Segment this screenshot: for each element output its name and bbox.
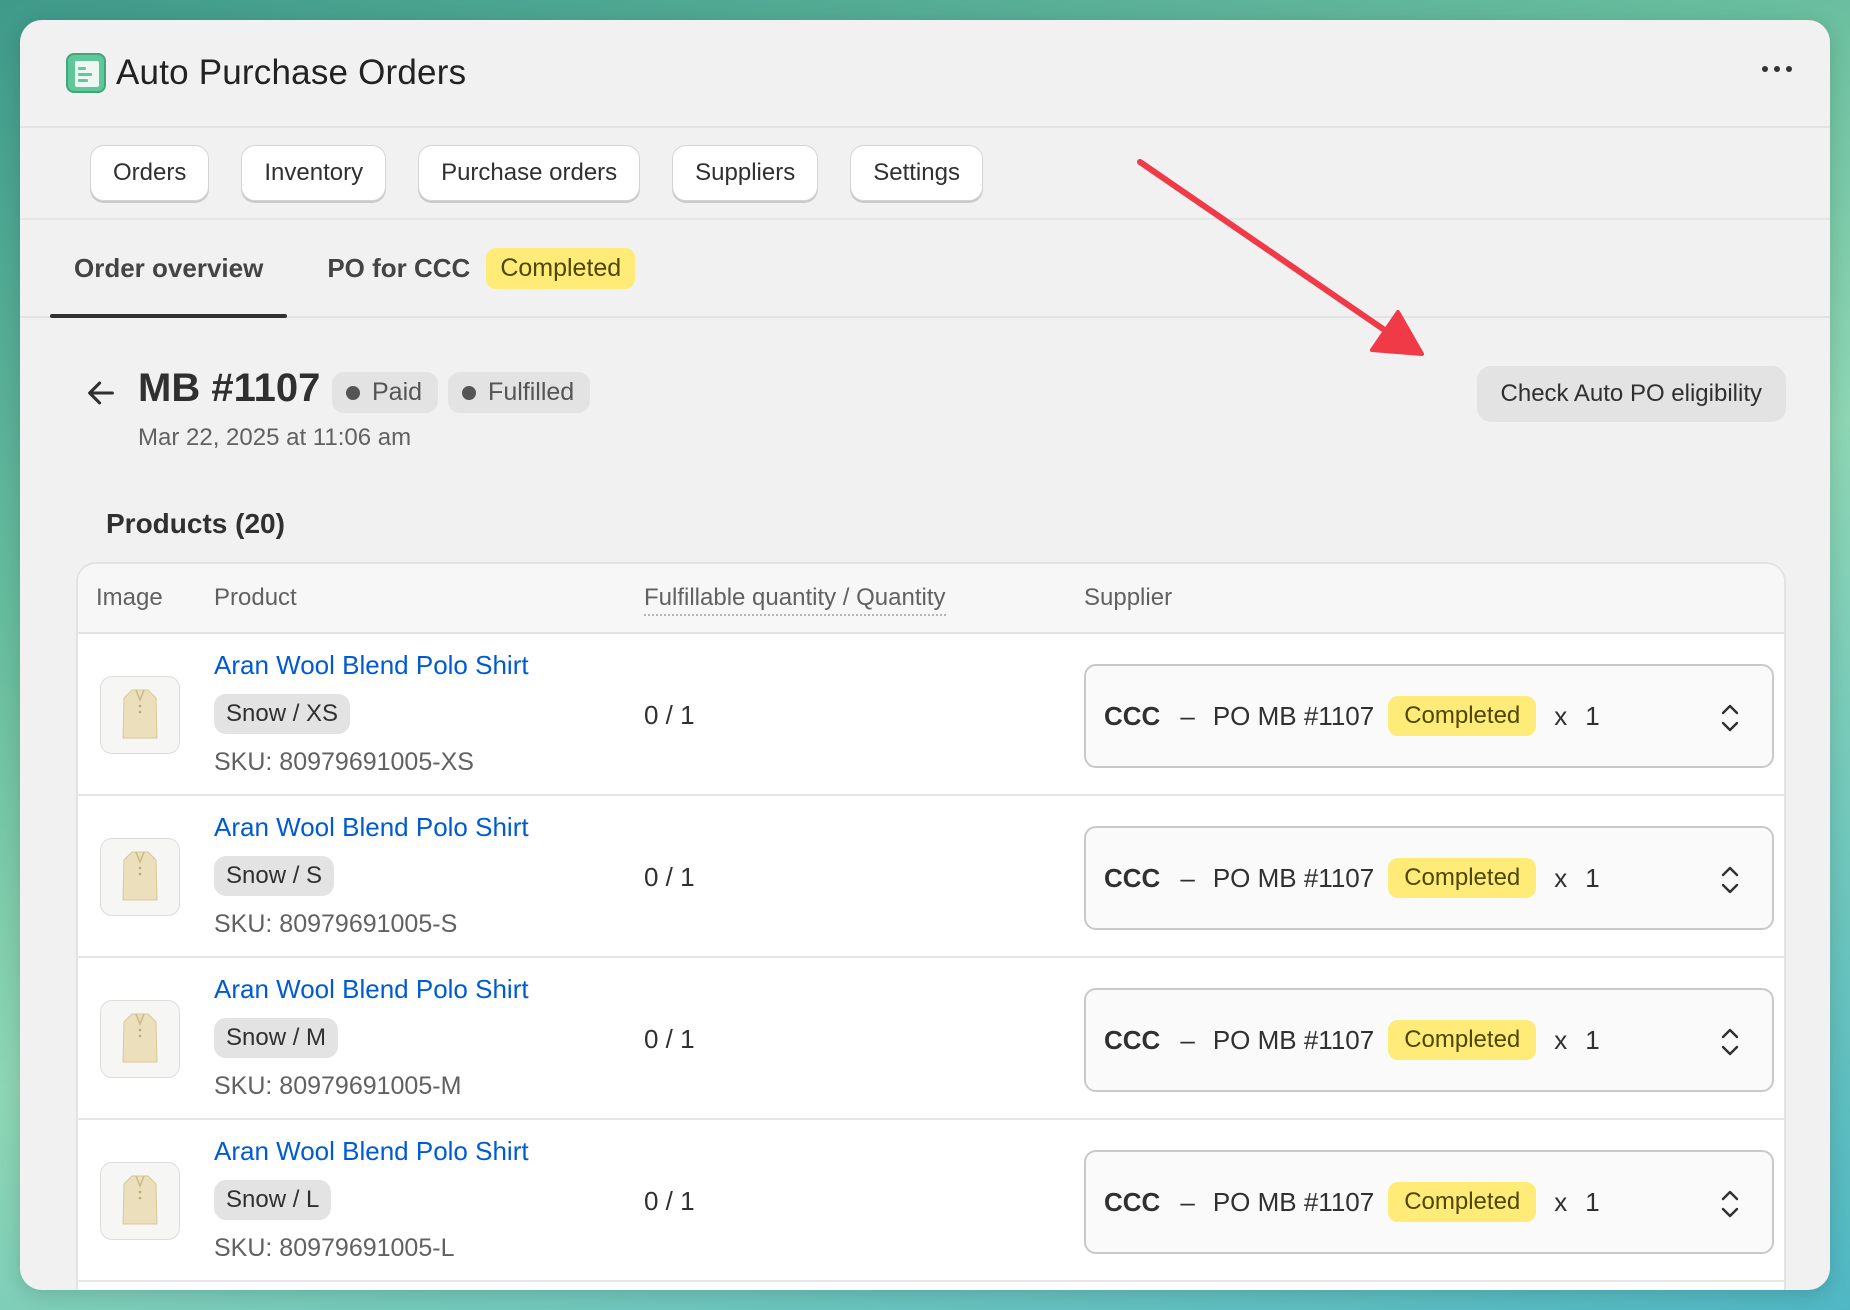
paid-badge: Paid — [332, 372, 439, 413]
column-header-product: Product — [214, 584, 297, 611]
table-row: Aran Wool Blend Polo Shirt Snow / XS SKU… — [78, 634, 1784, 796]
product-sku: SKU: 80979691005-XS — [214, 748, 474, 776]
order-header: MB #1107 Paid Fulfilled Mar 22, 2025 at … — [20, 318, 1830, 498]
po-number: PO MB #1107 — [1212, 700, 1375, 731]
supplier-name: CCC — [1104, 862, 1161, 893]
order-date: Mar 22, 2025 at 11:06 am — [138, 424, 412, 451]
multiplier: x — [1554, 700, 1568, 731]
tab-label: Order overview — [74, 252, 264, 283]
nav-suppliers-button[interactable]: Suppliers — [672, 145, 819, 201]
product-name-link[interactable]: Aran Wool Blend Polo Shirt — [214, 1136, 529, 1167]
check-auto-po-eligibility-button[interactable]: Check Auto PO eligibility — [1476, 366, 1786, 422]
quantity-value: 0 / 1 — [644, 1186, 695, 1216]
supplier-name: CCC — [1104, 1186, 1161, 1217]
variant-badge: Snow / XS — [214, 694, 351, 734]
product-name-link[interactable]: Aran Wool Blend Polo Shirt — [214, 812, 529, 843]
product-sku: SKU: 80979691005-S — [214, 910, 458, 938]
separator: – — [1180, 700, 1195, 731]
product-sku: SKU: 80979691005-L — [214, 1234, 455, 1262]
supplier-name: CCC — [1104, 1024, 1161, 1055]
tab-po-for-ccc[interactable]: PO for CCC Completed — [303, 220, 659, 316]
shirt-icon — [122, 1175, 158, 1225]
column-header-supplier: Supplier — [1084, 584, 1173, 611]
po-quantity: 1 — [1585, 700, 1600, 731]
product-name-link[interactable]: Aran Wool Blend Polo Shirt — [214, 974, 529, 1005]
product-thumbnail[interactable] — [100, 1000, 180, 1078]
column-header-quantity[interactable]: Fulfillable quantity / Quantity — [644, 584, 946, 616]
separator: – — [1180, 862, 1195, 893]
chevron-up-down-icon — [1721, 866, 1739, 894]
supplier-select[interactable]: CCC – PO MB #1107 Completed x 1 — [1084, 826, 1774, 930]
table-row: Aran Wool Blend Polo Shirt Snow / L SKU:… — [78, 1120, 1784, 1282]
po-number: PO MB #1107 — [1212, 862, 1375, 893]
po-quantity: 1 — [1585, 1024, 1600, 1055]
po-number: PO MB #1107 — [1212, 1024, 1375, 1055]
supplier-select[interactable]: CCC – PO MB #1107 Completed x 1 — [1084, 664, 1774, 768]
status-badge: Completed — [1388, 858, 1537, 898]
nav-orders-button[interactable]: Orders — [90, 145, 210, 201]
page-title: MB #1107 — [138, 366, 321, 410]
product-thumbnail[interactable] — [100, 1162, 180, 1240]
nav-inventory-button[interactable]: Inventory — [241, 145, 387, 201]
variant-badge: Snow / S — [214, 856, 335, 896]
chevron-up-down-icon — [1721, 1190, 1739, 1218]
spreadsheet-icon — [66, 53, 106, 93]
quantity-value: 0 / 1 — [644, 1024, 695, 1054]
separator: – — [1180, 1024, 1195, 1055]
status-badge: Completed — [1388, 696, 1537, 736]
table-row: Aran Wool Blend Polo Shirt Snow / M SKU:… — [78, 958, 1784, 1120]
variant-badge: Snow / L — [214, 1180, 332, 1220]
products-table: Image Product Fulfillable quantity / Qua… — [76, 562, 1786, 1290]
badge-label: Fulfilled — [488, 378, 575, 406]
product-name-link[interactable]: Aran Wool Blend Polo Shirt — [214, 650, 529, 681]
arrow-left-icon[interactable] — [84, 376, 118, 410]
status-dot-icon — [462, 385, 477, 400]
po-quantity: 1 — [1585, 862, 1600, 893]
app-window: Auto Purchase Orders Orders Inventory Pu… — [20, 20, 1830, 1290]
multiplier: x — [1554, 862, 1568, 893]
multiplier: x — [1554, 1024, 1568, 1055]
tab-bar: Order overview PO for CCC Completed — [20, 220, 1830, 318]
tab-order-overview[interactable]: Order overview — [50, 220, 288, 318]
supplier-select[interactable]: CCC – PO MB #1107 Completed x 1 — [1084, 988, 1774, 1092]
product-thumbnail[interactable] — [100, 676, 180, 754]
shirt-icon — [122, 851, 158, 901]
quantity-value: 0 / 1 — [644, 862, 695, 892]
status-dot-icon — [346, 385, 360, 400]
supplier-name: CCC — [1104, 700, 1161, 731]
table-header: Image Product Fulfillable quantity / Qua… — [78, 564, 1784, 634]
shirt-icon — [122, 1013, 158, 1063]
nav-settings-button[interactable]: Settings — [850, 145, 983, 201]
multiplier: x — [1554, 1186, 1568, 1217]
variant-badge: Snow / M — [214, 1018, 339, 1058]
separator: – — [1180, 1186, 1195, 1217]
badge-label: Paid — [372, 378, 423, 406]
shirt-icon — [122, 689, 158, 739]
title-bar: Auto Purchase Orders — [20, 20, 1830, 128]
main-nav: Orders Inventory Purchase orders Supplie… — [20, 128, 1830, 220]
product-sku: SKU: 80979691005-M — [214, 1072, 462, 1100]
product-thumbnail[interactable] — [100, 838, 180, 916]
fulfilled-badge: Fulfilled — [448, 372, 591, 413]
products-heading: Products (20) — [106, 508, 285, 539]
status-badge: Completed — [486, 247, 636, 289]
nav-purchase-orders-button[interactable]: Purchase orders — [418, 145, 641, 201]
more-horizontal-icon[interactable] — [1762, 66, 1792, 72]
po-number: PO MB #1107 — [1212, 1186, 1375, 1217]
table-row: Aran Wool Blend Polo Shirt Snow / S SKU:… — [78, 796, 1784, 958]
chevron-up-down-icon — [1721, 704, 1739, 732]
supplier-select[interactable]: CCC – PO MB #1107 Completed x 1 — [1084, 1150, 1774, 1254]
status-badge: Completed — [1388, 1020, 1537, 1060]
order-status-badges: Paid Fulfilled — [332, 372, 591, 413]
tab-label: PO for CCC — [327, 252, 471, 283]
quantity-value: 0 / 1 — [644, 700, 695, 730]
status-badge: Completed — [1388, 1182, 1537, 1222]
po-quantity: 1 — [1585, 1186, 1600, 1217]
chevron-up-down-icon — [1721, 1028, 1739, 1056]
app-title: Auto Purchase Orders — [116, 53, 467, 92]
column-header-image: Image — [96, 584, 163, 611]
